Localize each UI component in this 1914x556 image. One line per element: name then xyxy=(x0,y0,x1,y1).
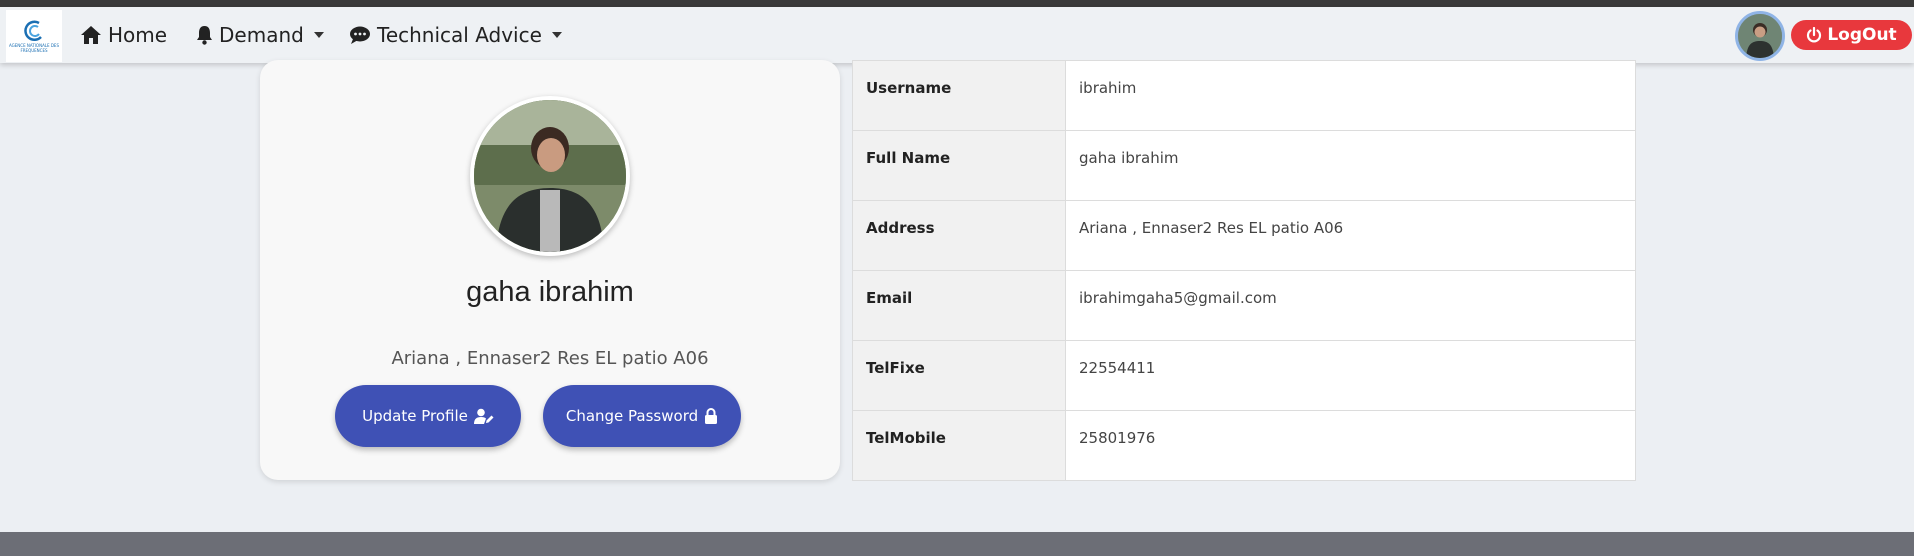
logout-button[interactable]: LogOut xyxy=(1791,20,1912,50)
detail-value: 25801976 xyxy=(1065,410,1636,481)
nav-demand-dropdown[interactable]: Demand xyxy=(196,7,324,63)
change-password-button[interactable]: Change Password xyxy=(543,385,741,447)
user-edit-icon xyxy=(473,408,494,424)
nav-home[interactable]: Home xyxy=(80,7,167,63)
avatar-image xyxy=(1738,14,1782,58)
comments-icon xyxy=(350,26,370,44)
home-icon xyxy=(81,26,101,44)
change-password-label: Change Password xyxy=(565,407,699,425)
navbar: AGENCE NATIONALE DES FREQUENCES Home Dem… xyxy=(0,7,1914,63)
update-profile-button[interactable]: Update Profile xyxy=(335,385,521,447)
nav-technical-advice-dropdown[interactable]: Technical Advice xyxy=(349,7,562,63)
chevron-down-icon xyxy=(551,32,562,38)
profile-photo xyxy=(470,96,630,256)
detail-key: TelMobile xyxy=(852,410,1066,481)
profile-photo-image xyxy=(474,100,626,252)
detail-key: Username xyxy=(852,60,1066,131)
detail-value: gaha ibrahim xyxy=(1065,130,1636,201)
chevron-down-icon xyxy=(313,32,324,38)
nav-home-label: Home xyxy=(108,23,168,47)
profile-details-table: Username ibrahim Full Name gaha ibrahim … xyxy=(852,60,1636,481)
user-avatar[interactable] xyxy=(1735,11,1785,61)
detail-key: Address xyxy=(852,200,1066,271)
power-icon xyxy=(1807,27,1822,43)
table-row: Full Name gaha ibrahim xyxy=(852,130,1636,201)
window-top-strip xyxy=(0,0,1914,7)
detail-key: Email xyxy=(852,270,1066,341)
nav-technical-advice-label: Technical Advice xyxy=(377,23,542,47)
lock-icon xyxy=(705,408,718,424)
profile-address: Ariana , Ennaser2 Res EL patio A06 xyxy=(391,348,709,369)
update-profile-label: Update Profile xyxy=(362,407,468,425)
table-row: Username ibrahim xyxy=(852,60,1636,131)
profile-card: gaha ibrahim Ariana , Ennaser2 Res EL pa… xyxy=(260,60,840,480)
logo-swirl-icon xyxy=(24,20,42,42)
table-row: TelMobile 25801976 xyxy=(852,410,1636,481)
footer-bar xyxy=(0,532,1914,556)
detail-value: Ariana , Ennaser2 Res EL patio A06 xyxy=(1065,200,1636,271)
table-row: Address Ariana , Ennaser2 Res EL patio A… xyxy=(852,200,1636,271)
agency-logo[interactable]: AGENCE NATIONALE DES FREQUENCES xyxy=(6,10,62,62)
detail-key: TelFixe xyxy=(852,340,1066,411)
detail-value: 22554411 xyxy=(1065,340,1636,411)
table-row: TelFixe 22554411 xyxy=(852,340,1636,411)
logout-label: LogOut xyxy=(1827,25,1897,45)
detail-value: ibrahimgaha5@gmail.com xyxy=(1065,270,1636,341)
detail-value: ibrahim xyxy=(1065,60,1636,131)
nav-demand-label: Demand xyxy=(219,23,304,47)
logo-text: AGENCE NATIONALE DES FREQUENCES xyxy=(9,43,59,53)
detail-key: Full Name xyxy=(852,130,1066,201)
profile-name: gaha ibrahim xyxy=(466,276,634,308)
table-row: Email ibrahimgaha5@gmail.com xyxy=(852,270,1636,341)
bell-icon xyxy=(197,26,212,45)
